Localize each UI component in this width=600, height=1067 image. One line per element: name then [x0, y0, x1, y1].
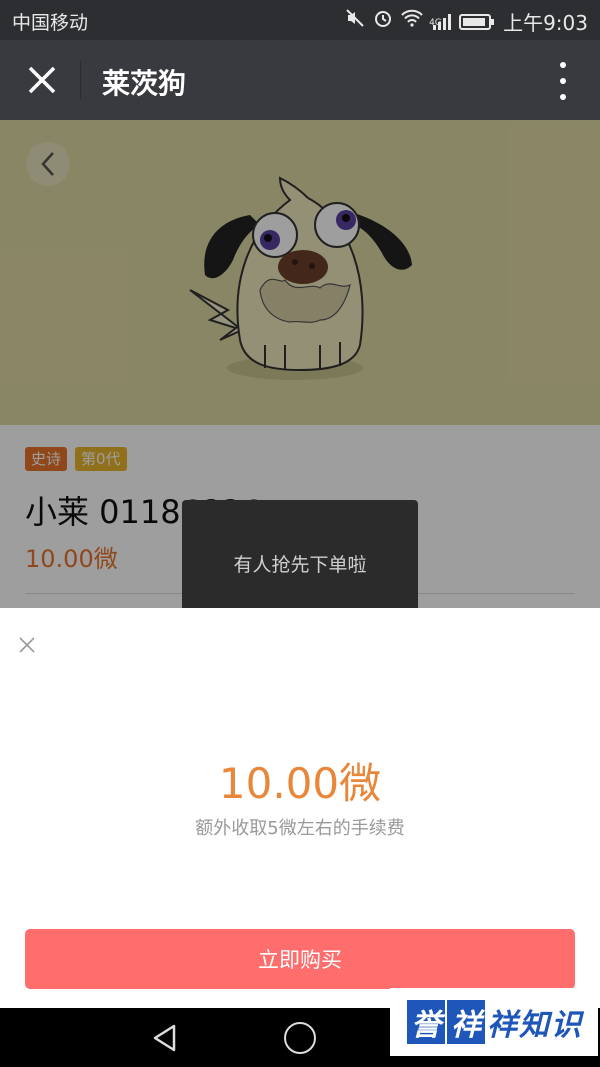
- battery-icon: [459, 13, 495, 30]
- nav-back-icon[interactable]: [150, 1023, 180, 1053]
- more-dot-icon: [560, 94, 566, 100]
- wifi-icon: [401, 9, 423, 34]
- watermark-char: 誉: [407, 1000, 445, 1044]
- signal-icon: 4G: [429, 13, 452, 31]
- nav-home-icon[interactable]: [284, 1022, 316, 1054]
- status-bar: 中国移动 4G 上午9:03: [0, 0, 600, 40]
- close-button[interactable]: [20, 58, 64, 102]
- close-icon: [28, 66, 56, 94]
- watermark-char: 知: [519, 1008, 549, 1043]
- more-dot-icon: [560, 62, 566, 68]
- sheet-close-button[interactable]: [14, 632, 40, 658]
- purchase-price: 10.00微: [218, 759, 382, 808]
- more-dot-icon: [560, 78, 566, 84]
- watermark-char: 祥: [447, 1000, 485, 1044]
- close-icon: [19, 637, 35, 653]
- buy-now-button[interactable]: 立即购买: [25, 929, 575, 989]
- mute-icon: [345, 8, 365, 35]
- page-title: 莱茨狗: [102, 67, 187, 100]
- toast-message: 有人抢先下单啦: [182, 500, 418, 608]
- alarm-icon: [373, 8, 393, 35]
- more-menu-button[interactable]: [556, 62, 570, 100]
- clock: 上午9:03: [503, 11, 588, 35]
- title-divider: [80, 60, 81, 100]
- purchase-sheet: 10.00微 额外收取5微左右的手续费 立即购买: [0, 608, 600, 1008]
- carrier-name: 中国移动: [12, 12, 89, 34]
- watermark-char: 祥: [487, 1008, 517, 1043]
- network-type-label: 4G: [429, 17, 442, 28]
- status-icons: 4G 上午9:03: [345, 7, 588, 36]
- listing-content: 史诗 第0代 小莱 01186826 10.00微 有人抢先下单啦: [0, 120, 600, 608]
- watermark-char: 识: [551, 1008, 581, 1043]
- watermark-logo: 誉 祥 祥 知 识: [390, 988, 598, 1056]
- title-bar: 莱茨狗: [0, 40, 600, 120]
- fee-note: 额外收取5微左右的手续费: [195, 818, 405, 839]
